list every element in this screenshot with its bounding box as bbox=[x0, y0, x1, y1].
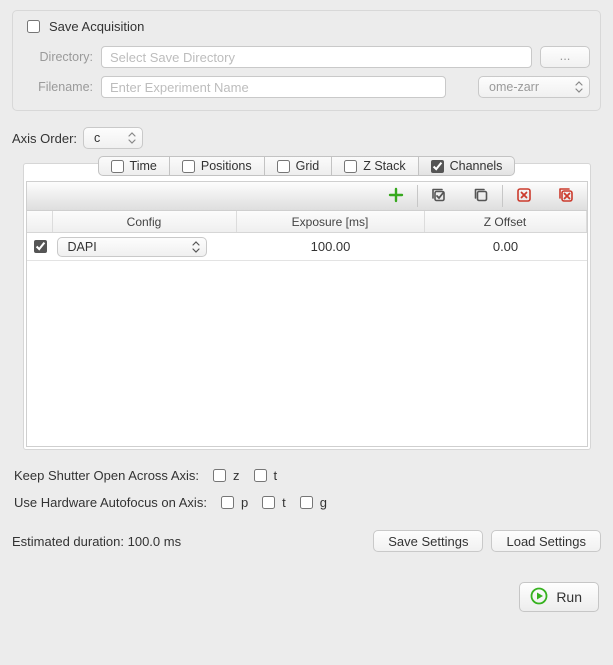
shutter-z-checkbox[interactable] bbox=[213, 469, 226, 482]
select-all-icon bbox=[430, 187, 448, 206]
save-acquisition-checkbox[interactable] bbox=[27, 20, 40, 33]
clear-all-button[interactable] bbox=[545, 181, 587, 211]
tab-channels[interactable]: Channels bbox=[419, 156, 516, 176]
tab-grid-label: Grid bbox=[296, 159, 320, 173]
channel-config-value: DAPI bbox=[68, 240, 97, 254]
delete-row-button[interactable] bbox=[503, 181, 545, 211]
duplicate-button[interactable] bbox=[460, 181, 502, 211]
axis-order-select[interactable]: c bbox=[83, 127, 143, 149]
autofocus-g-label: g bbox=[320, 495, 327, 510]
tab-grid[interactable]: Grid bbox=[265, 156, 333, 176]
directory-input[interactable] bbox=[101, 46, 532, 68]
browse-directory-button[interactable]: ... bbox=[540, 46, 590, 68]
autofocus-p-checkbox[interactable] bbox=[221, 496, 234, 509]
file-format-value: ome-zarr bbox=[489, 80, 539, 94]
tab-strip: Time Positions Grid Z Stack Channels bbox=[24, 156, 590, 178]
axis-order-label: Axis Order: bbox=[12, 131, 77, 146]
clear-all-icon bbox=[557, 187, 575, 206]
autofocus-p-label: p bbox=[241, 495, 248, 510]
exposure-cell[interactable]: 100.00 bbox=[237, 239, 425, 254]
run-label: Run bbox=[556, 589, 582, 605]
filename-input[interactable] bbox=[101, 76, 446, 98]
autofocus-t-checkbox[interactable] bbox=[262, 496, 275, 509]
column-header-zoffset: Z Offset bbox=[425, 211, 587, 232]
tab-host: Time Positions Grid Z Stack Channels bbox=[23, 163, 591, 450]
column-header-check bbox=[27, 211, 53, 232]
estimated-duration: Estimated duration: 100.0 ms bbox=[12, 534, 365, 549]
tab-channels-checkbox[interactable] bbox=[431, 160, 444, 173]
filename-label: Filename: bbox=[23, 80, 93, 94]
column-header-config: Config bbox=[53, 211, 237, 232]
channel-config-select[interactable]: DAPI bbox=[57, 237, 207, 257]
save-settings-button[interactable]: Save Settings bbox=[373, 530, 483, 552]
tab-time[interactable]: Time bbox=[98, 156, 170, 176]
acquisition-panel: Save Acquisition Directory: ... Filename… bbox=[0, 0, 613, 624]
autofocus-t-label: t bbox=[282, 495, 286, 510]
tab-zstack-label: Z Stack bbox=[363, 159, 405, 173]
save-acquisition-label: Save Acquisition bbox=[49, 19, 144, 34]
play-icon bbox=[530, 587, 548, 608]
run-button[interactable]: Run bbox=[519, 582, 599, 612]
tab-positions[interactable]: Positions bbox=[170, 156, 265, 176]
autofocus-g-checkbox[interactable] bbox=[300, 496, 313, 509]
channels-toolbar bbox=[26, 181, 588, 211]
row-enabled-checkbox[interactable] bbox=[34, 240, 47, 253]
plus-icon bbox=[388, 187, 404, 206]
table-row: DAPI 100.00 0.00 bbox=[27, 233, 587, 261]
load-settings-button[interactable]: Load Settings bbox=[491, 530, 601, 552]
tab-time-checkbox[interactable] bbox=[111, 160, 124, 173]
tab-time-label: Time bbox=[130, 159, 157, 173]
shutter-t-label: t bbox=[274, 468, 278, 483]
tab-positions-label: Positions bbox=[201, 159, 252, 173]
chevron-updown-icon bbox=[192, 241, 200, 253]
tab-grid-checkbox[interactable] bbox=[277, 160, 290, 173]
channels-table: Config Exposure [ms] Z Offset DAPI bbox=[26, 211, 588, 447]
shutter-t-checkbox[interactable] bbox=[254, 469, 267, 482]
zoffset-cell[interactable]: 0.00 bbox=[425, 239, 587, 254]
save-panel: Save Acquisition Directory: ... Filename… bbox=[12, 10, 601, 111]
column-header-exposure: Exposure [ms] bbox=[237, 211, 425, 232]
directory-label: Directory: bbox=[23, 50, 93, 64]
chevron-updown-icon bbox=[575, 81, 583, 93]
autofocus-label: Use Hardware Autofocus on Axis: bbox=[14, 495, 207, 510]
select-all-button[interactable] bbox=[418, 181, 460, 211]
file-format-select[interactable]: ome-zarr bbox=[478, 76, 590, 98]
chevron-updown-icon bbox=[128, 132, 136, 144]
tab-zstack[interactable]: Z Stack bbox=[332, 156, 418, 176]
axis-order-value: c bbox=[94, 131, 100, 145]
tab-positions-checkbox[interactable] bbox=[182, 160, 195, 173]
duplicate-icon bbox=[472, 187, 490, 206]
tab-zstack-checkbox[interactable] bbox=[344, 160, 357, 173]
tab-channels-label: Channels bbox=[450, 159, 503, 173]
shutter-label: Keep Shutter Open Across Axis: bbox=[14, 468, 199, 483]
delete-icon bbox=[517, 188, 531, 205]
add-row-button[interactable] bbox=[375, 181, 417, 211]
shutter-z-label: z bbox=[233, 468, 240, 483]
